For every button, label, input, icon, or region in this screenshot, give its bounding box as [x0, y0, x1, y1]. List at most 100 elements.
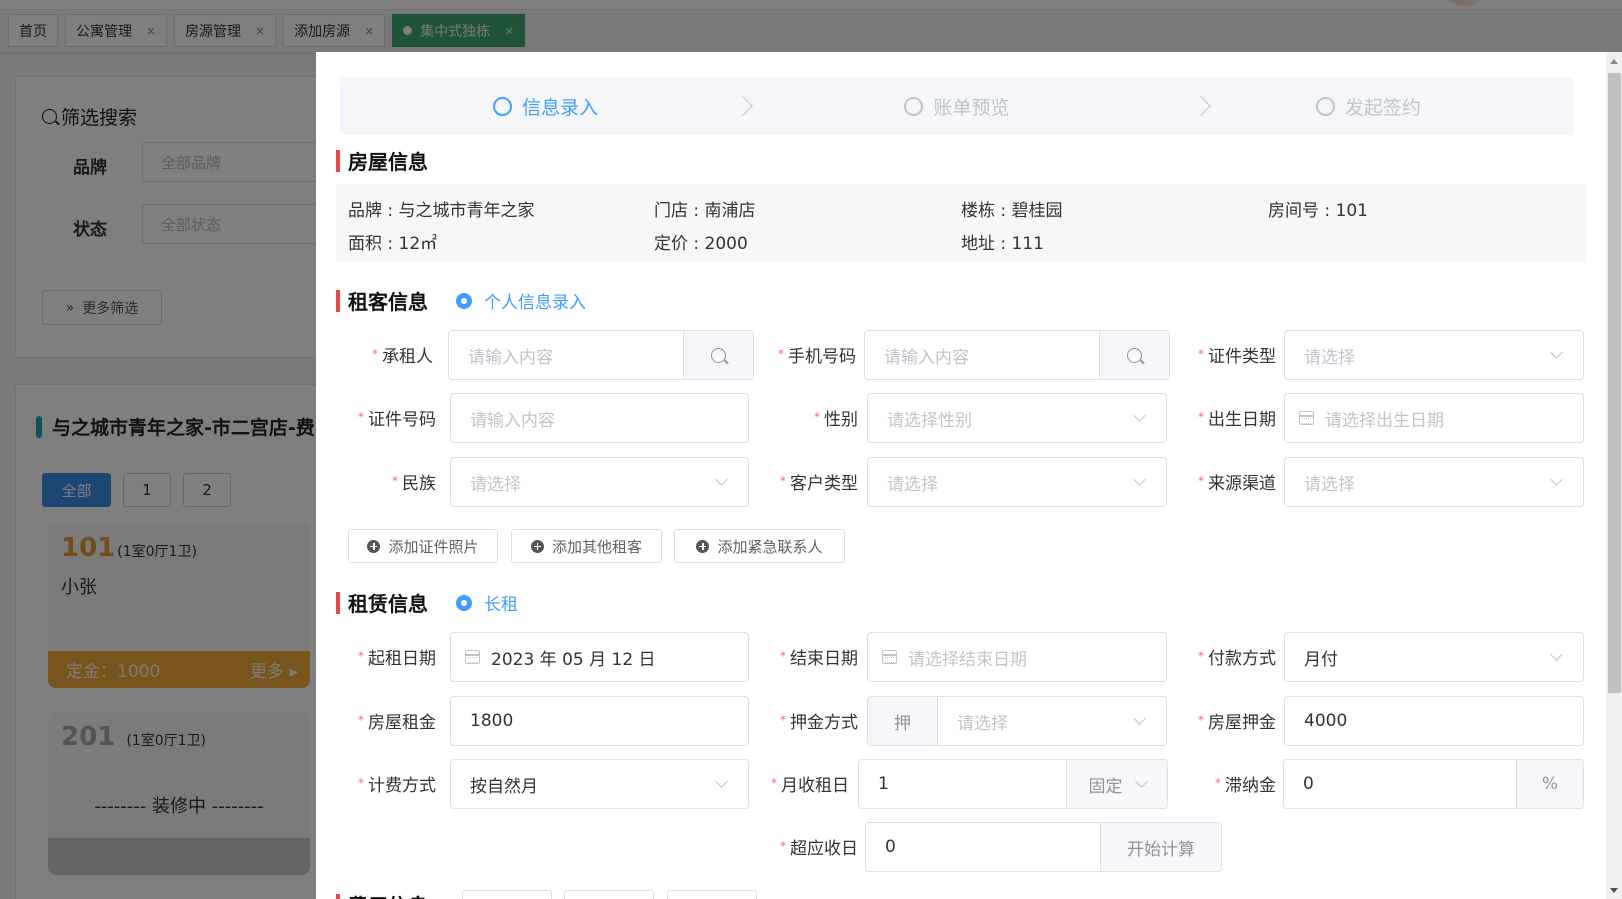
percent-suffix: %: [1516, 760, 1583, 808]
id-type-label: * 证件类型: [1198, 347, 1276, 367]
plus-circle-icon: [530, 539, 544, 553]
drawer-scrollbar[interactable]: [1606, 52, 1622, 899]
rent-day-type-select[interactable]: 固定: [1066, 760, 1167, 808]
house-price: 定价 : 2000: [654, 234, 748, 254]
overdue-day-label: * 超应收日: [780, 839, 858, 859]
radio-label: 个人信息录入: [484, 293, 586, 313]
overdue-day-input[interactable]: 0 开始计算: [865, 822, 1222, 872]
plus-circle-icon: [367, 539, 381, 553]
house-area: 面积 : 12㎡: [348, 234, 438, 254]
customer-type-label: * 客户类型: [780, 474, 858, 494]
add-emergency-contact-button[interactable]: 添加紧急联系人: [674, 529, 845, 563]
birthday-placeholder: 请选择出生日期: [1325, 410, 1444, 431]
late-fee-input[interactable]: 0 %: [1283, 759, 1584, 809]
id-type-placeholder: 请选择: [1304, 347, 1355, 368]
customer-type-select[interactable]: 请选择: [867, 457, 1167, 507]
rent-value: 1800: [470, 711, 514, 731]
deposit-prefix: 押: [868, 697, 938, 745]
deposit-method-select[interactable]: 押 请选择: [867, 696, 1167, 746]
plus-circle-icon: [696, 539, 710, 553]
contract-drawer: 信息录入 账单预览 发起签约 房屋信息 品牌 : 与之城市青年之家 门店 : 南…: [316, 52, 1622, 899]
add-other-tenant-button[interactable]: 添加其他租客: [511, 529, 662, 563]
id-number-label: * 证件号码: [358, 410, 436, 430]
deposit-input[interactable]: 4000: [1284, 696, 1584, 746]
scroll-thumb[interactable]: [1608, 73, 1621, 693]
source-placeholder: 请选择: [1304, 474, 1355, 495]
chevron-down-icon: [1134, 774, 1148, 788]
phone-label: * 手机号码: [778, 347, 856, 367]
billing-select[interactable]: 按自然月: [450, 759, 749, 809]
calendar-icon: [1299, 411, 1314, 425]
pay-method-select[interactable]: 月付: [1284, 632, 1584, 682]
rent-day-label: * 月收租日: [771, 776, 849, 796]
chevron-down-icon: [1133, 711, 1146, 725]
ethnicity-placeholder: 请选择: [470, 474, 521, 495]
late-fee-label: * 滞纳金: [1215, 776, 1276, 796]
step-info-entry: 信息录入: [340, 93, 751, 120]
deposit-label: * 房屋押金: [1198, 713, 1276, 733]
calendar-icon: [465, 650, 480, 664]
start-date-label: * 起租日期: [358, 649, 436, 669]
section-accent-bar: [336, 289, 340, 312]
end-date-placeholder: 请选择结束日期: [908, 649, 1027, 670]
start-date-picker[interactable]: 2023 年 05 月 12 日: [450, 632, 749, 682]
ethnicity-select[interactable]: 请选择: [450, 457, 749, 507]
gender-label: * 性别: [814, 410, 858, 430]
pay-method-value: 月付: [1304, 649, 1338, 670]
section-accent-bar: [336, 591, 340, 614]
deposit-method-placeholder: 请选择: [957, 713, 1008, 734]
section-title-text: 费用信息: [348, 890, 428, 899]
step-label: 发起签约: [1344, 96, 1421, 119]
gender-placeholder: 请选择性别: [887, 410, 972, 431]
deposit-method-label: * 押金方式: [780, 713, 858, 733]
step-bill-preview: 账单预览: [751, 93, 1162, 120]
scroll-up-icon[interactable]: [1610, 59, 1618, 64]
chevron-down-icon: [1550, 647, 1563, 661]
section-title-text: 租赁信息: [348, 592, 428, 616]
house-store: 门店 : 南浦店: [654, 201, 756, 221]
add-id-photo-button[interactable]: 添加证件照片: [348, 529, 498, 563]
rent-day-value: 1: [878, 774, 889, 794]
radio-label: 长租: [484, 595, 518, 615]
search-icon: [1127, 347, 1142, 363]
long-term-radio[interactable]: 长租: [456, 590, 518, 615]
step-circle-icon: [904, 96, 924, 116]
end-date-label: * 结束日期: [780, 649, 858, 669]
renter-input[interactable]: 请输入内容: [448, 330, 754, 380]
end-date-picker[interactable]: 请选择结束日期: [867, 632, 1167, 682]
pay-method-label: * 付款方式: [1198, 649, 1276, 669]
id-number-input[interactable]: 请输入内容: [450, 393, 749, 443]
scroll-down-icon[interactable]: [1610, 888, 1618, 893]
start-date-value: 2023 年 05 月 12 日: [491, 649, 656, 670]
rent-input[interactable]: 1800: [450, 696, 749, 746]
renter-placeholder: 请输入内容: [468, 347, 553, 368]
id-number-placeholder: 请输入内容: [470, 410, 555, 431]
chevron-down-icon: [1550, 345, 1563, 359]
fee-option-button[interactable]: [462, 890, 552, 899]
lease-info-title: 租赁信息 长租: [336, 588, 518, 617]
chevron-down-icon: [1133, 472, 1146, 486]
section-accent-bar: [336, 149, 340, 172]
source-select[interactable]: 请选择: [1284, 457, 1584, 507]
birthday-picker[interactable]: 请选择出生日期: [1284, 393, 1584, 443]
gender-select[interactable]: 请选择性别: [867, 393, 1167, 443]
fee-option-button[interactable]: [667, 890, 757, 899]
id-type-select[interactable]: 请选择: [1284, 330, 1584, 380]
fee-option-button[interactable]: [564, 890, 654, 899]
rent-label: * 房屋租金: [358, 713, 436, 733]
house-room-number: 房间号 : 101: [1268, 201, 1368, 221]
step-label: 信息录入: [522, 96, 599, 119]
house-brand: 品牌 : 与之城市青年之家: [348, 201, 535, 221]
phone-input[interactable]: 请输入内容: [864, 330, 1170, 380]
step-bar: 信息录入 账单预览 发起签约: [340, 77, 1574, 135]
birthday-label: * 出生日期: [1198, 410, 1276, 430]
chevron-down-icon: [1550, 472, 1563, 486]
tenant-info-title: 租客信息 个人信息录入: [336, 286, 586, 315]
rent-day-type-value: 固定: [1088, 776, 1123, 797]
rent-day-input[interactable]: 1 固定: [858, 759, 1168, 809]
overdue-day-value: 0: [885, 837, 896, 857]
house-building: 楼栋 : 碧桂园: [961, 201, 1063, 221]
phone-placeholder: 请输入内容: [884, 347, 969, 368]
personal-entry-radio[interactable]: 个人信息录入: [456, 288, 586, 313]
button-label: 添加其他租客: [551, 537, 642, 556]
